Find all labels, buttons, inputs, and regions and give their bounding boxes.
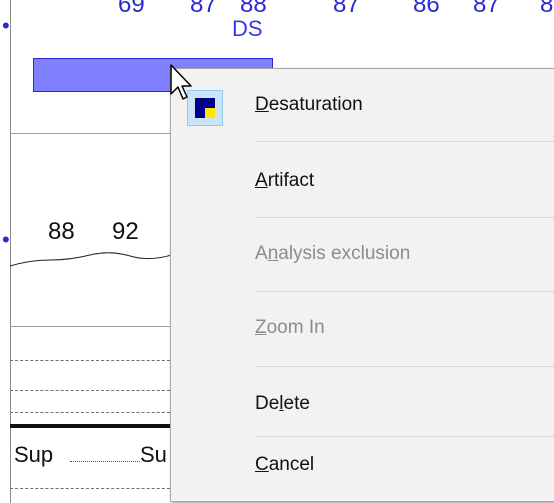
gridline	[70, 461, 140, 462]
menu-separator	[255, 141, 554, 142]
desaturation-event-label: DS	[232, 16, 263, 41]
spo2-value: 87	[190, 0, 217, 18]
menu-item-analysis-exclusion: Analysis exclusion	[255, 243, 411, 264]
menu-separator	[255, 291, 554, 292]
position-label: Su	[140, 442, 167, 467]
spo2-value: 87	[473, 0, 500, 18]
gridline	[10, 390, 180, 391]
position-label: Sup	[14, 442, 54, 467]
spo2-trace-line	[10, 252, 175, 267]
spo2-value: 86	[413, 0, 440, 18]
menu-separator	[255, 217, 554, 218]
chart-marker: •	[2, 227, 10, 252]
spo2-value: 87	[333, 0, 360, 18]
menu-item-delete[interactable]: Delete	[255, 392, 310, 416]
menu-item-cancel[interactable]: Cancel	[255, 453, 314, 477]
gridline	[10, 488, 180, 489]
chart-marker: •	[2, 13, 10, 38]
menu-item-zoom-in: Zoom In	[255, 317, 325, 338]
gridline	[10, 360, 180, 361]
spo2-value: 8	[540, 0, 554, 18]
position-track-bar	[10, 424, 180, 428]
gridline	[10, 412, 180, 413]
menu-separator	[255, 436, 554, 437]
menu-item-artifact[interactable]: Artifact	[255, 169, 314, 193]
mouse-pointer-icon	[170, 64, 192, 100]
context-menu: Desaturation Artifact Analysis exclusion…	[170, 68, 554, 502]
menu-item-desaturation[interactable]: Desaturation	[255, 93, 363, 117]
spo2-value: 69	[118, 0, 145, 18]
menu-separator	[255, 366, 554, 367]
